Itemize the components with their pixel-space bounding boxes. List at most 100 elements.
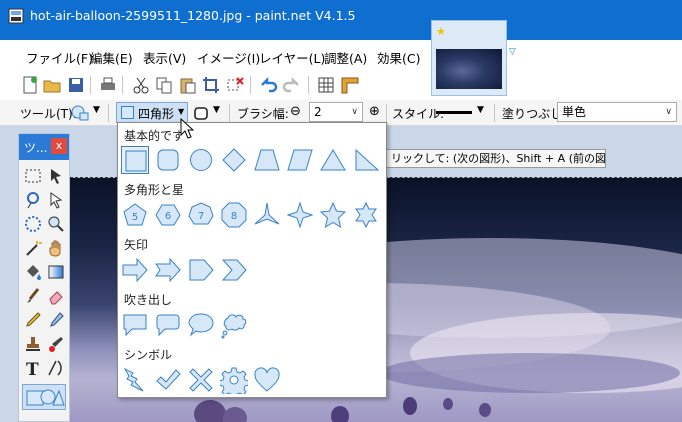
toolbar-separator: [122, 76, 123, 94]
shapes-icon: [26, 389, 65, 406]
right-triangle-shape-icon[interactable]: [352, 146, 380, 174]
tools-panel: ツ... x T: [18, 133, 70, 422]
checkmark-icon[interactable]: [154, 366, 182, 394]
mouse-cursor-icon: [180, 118, 194, 139]
menu-image[interactable]: イメージ(I): [197, 48, 260, 67]
six-point-star-icon[interactable]: [352, 201, 380, 229]
menu-file[interactable]: ファイル(F): [26, 48, 93, 67]
redo-icon[interactable]: [282, 75, 302, 95]
tabs-overflow-icon[interactable]: ▽: [509, 47, 516, 57]
magic-wand-icon[interactable]: [23, 238, 43, 258]
chevron-shape-icon[interactable]: [220, 256, 248, 284]
hexagon-shape-icon[interactable]: 6: [154, 201, 182, 229]
section-heading-arrows: 矢印: [124, 238, 149, 252]
deselect-icon[interactable]: [225, 75, 245, 95]
cut-icon[interactable]: [131, 75, 151, 95]
copy-icon[interactable]: [154, 75, 174, 95]
trapezoid-shape-icon[interactable]: [253, 146, 281, 174]
rectangle-shape-icon[interactable]: [121, 146, 149, 174]
octagon-shape-icon[interactable]: 8: [220, 201, 248, 229]
close-icon[interactable]: x: [51, 138, 67, 154]
tool-dropdown-arrow-icon[interactable]: ▼: [93, 105, 100, 115]
thumbnail-image: [436, 49, 502, 89]
menu-effects[interactable]: 効果(C): [377, 48, 420, 67]
text-tool-icon[interactable]: T: [23, 358, 43, 378]
move-selected-icon[interactable]: [46, 166, 66, 186]
title-bar: hot-air-balloon-2599511_1280.jpg - paint…: [0, 0, 682, 40]
gradient-icon[interactable]: [46, 262, 66, 282]
menu-view[interactable]: 表示(V): [143, 48, 186, 67]
increase-width-icon[interactable]: ⊕: [369, 104, 380, 119]
notched-arrow-shape-icon[interactable]: [154, 256, 182, 284]
new-file-icon[interactable]: [20, 75, 40, 95]
menu-edit[interactable]: 編集(E): [90, 48, 133, 67]
shapes-tool-icon[interactable]: [70, 103, 90, 123]
ellipse-select-icon[interactable]: [23, 214, 43, 234]
parallelogram-shape-icon[interactable]: [286, 146, 314, 174]
pentagon-arrow-shape-icon[interactable]: [187, 256, 215, 284]
rectangle-select-icon[interactable]: [23, 166, 43, 186]
decrease-width-icon[interactable]: ⊖: [290, 104, 301, 119]
diamond-shape-icon[interactable]: [220, 146, 248, 174]
zoom-icon[interactable]: [46, 214, 66, 234]
rounded-rectangle-shape-icon[interactable]: [154, 146, 182, 174]
brush-width-value: 2: [314, 105, 322, 119]
active-star-icon: ★: [436, 25, 446, 38]
section-heading-basic: 基本的です: [124, 129, 185, 143]
hexagon-number-label: 6: [165, 211, 171, 222]
shape-type-combo[interactable]: 四角形 ▼: [116, 102, 188, 123]
heptagon-number-label: 7: [198, 211, 204, 222]
lasso-select-icon[interactable]: [23, 190, 43, 210]
draw-mode-dropdown-icon[interactable]: ▼: [213, 105, 220, 115]
menu-adjustments[interactable]: 調整(A): [324, 48, 367, 67]
color-picker-icon[interactable]: [46, 310, 66, 330]
heptagon-shape-icon[interactable]: 7: [187, 201, 215, 229]
shape-tooltip: リックして: (次の図形)、Shift + A (前の図形): [386, 149, 606, 168]
undo-icon[interactable]: [258, 75, 278, 95]
clone-stamp-icon[interactable]: [23, 334, 43, 354]
heart-icon[interactable]: [253, 366, 281, 394]
pentagon-shape-icon[interactable]: 5: [121, 201, 149, 229]
shape-type-swatch-icon: [121, 106, 134, 119]
four-point-star-icon[interactable]: [286, 201, 314, 229]
paintnet-app-icon[interactable]: [8, 8, 24, 24]
lightning-icon[interactable]: [121, 366, 149, 394]
menu-bar: ファイル(F) 編集(E) 表示(V) イメージ(I) レイヤー(L) 調整(A…: [0, 40, 430, 70]
image-thumbnail-tab[interactable]: ★: [431, 20, 507, 96]
menu-layers[interactable]: レイヤー(L): [259, 48, 325, 67]
paintbrush-icon[interactable]: [23, 286, 43, 306]
ellipse-callout-icon[interactable]: [187, 311, 215, 339]
pan-hand-icon[interactable]: [46, 238, 66, 258]
shapes-tool-button[interactable]: [22, 384, 66, 410]
move-selection-icon[interactable]: [46, 190, 66, 210]
save-icon[interactable]: [66, 75, 86, 95]
open-folder-icon[interactable]: [42, 75, 62, 95]
gear-icon[interactable]: [220, 366, 248, 394]
pencil-icon[interactable]: [23, 310, 43, 330]
triangle-shape-icon[interactable]: [319, 146, 347, 174]
brush-width-field[interactable]: 2 ∨: [309, 102, 363, 122]
shape-draw-mode-icon[interactable]: [192, 103, 212, 123]
paste-icon[interactable]: [178, 75, 198, 95]
three-point-star-icon[interactable]: [253, 201, 281, 229]
x-mark-icon[interactable]: [187, 366, 215, 394]
chevron-down-icon: ▼: [477, 105, 484, 115]
main-toolbar: [0, 70, 682, 100]
cloud-callout-icon[interactable]: [220, 311, 248, 339]
recolor-icon[interactable]: [46, 334, 66, 354]
rectangle-callout-icon[interactable]: [121, 311, 149, 339]
line-curve-icon[interactable]: [46, 358, 66, 378]
fill-mode-combo[interactable]: 単色 ∨: [557, 102, 677, 122]
print-icon[interactable]: [98, 75, 118, 95]
paint-bucket-icon[interactable]: [23, 262, 43, 282]
eraser-icon[interactable]: [46, 286, 66, 306]
window-title: hot-air-balloon-2599511_1280.jpg - paint…: [30, 8, 356, 23]
five-point-star-icon[interactable]: [319, 201, 347, 229]
grid-icon[interactable]: [316, 75, 336, 95]
ellipse-shape-icon[interactable]: [187, 146, 215, 174]
rounded-callout-icon[interactable]: [154, 311, 182, 339]
crop-icon[interactable]: [201, 75, 221, 95]
ruler-icon[interactable]: [340, 75, 360, 95]
line-style-selector[interactable]: ▼: [433, 103, 491, 123]
arrow-shape-icon[interactable]: [121, 256, 149, 284]
